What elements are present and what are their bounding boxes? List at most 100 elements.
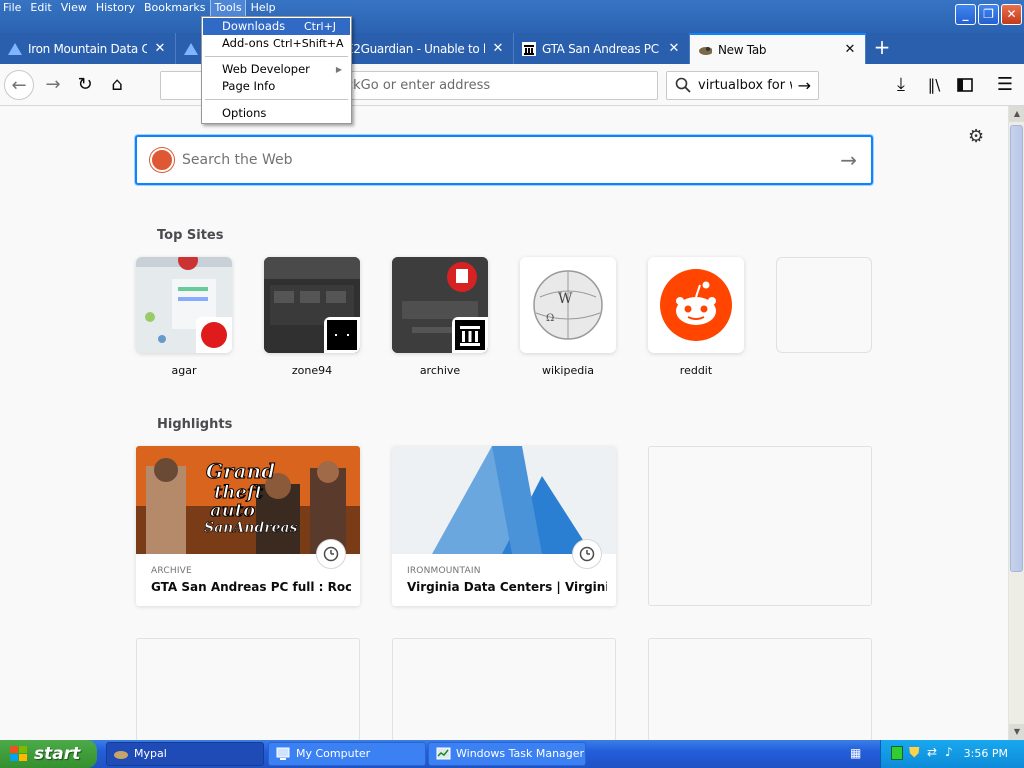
tab-title: New Tab (718, 42, 767, 57)
menu-edit[interactable]: Edit (27, 0, 54, 16)
agar-icon (196, 317, 232, 353)
clock-icon (572, 539, 602, 569)
tab-iron-mountain[interactable]: Iron Mountain Data Center ✕ (0, 33, 176, 64)
svg-text:W: W (558, 291, 573, 307)
submenu-arrow-icon: ▶ (335, 65, 342, 74)
close-icon[interactable]: ✕ (667, 41, 681, 56)
clock-icon (316, 539, 346, 569)
menu-tools[interactable]: Tools (210, 0, 246, 17)
taskbar-item-my-computer[interactable]: My Computer (268, 742, 426, 766)
svg-text:SanAndreas: SanAndreas (204, 520, 298, 536)
menu-bookmarks[interactable]: Bookmarks (141, 0, 208, 16)
top-site-wikipedia[interactable]: WΩ wikipedia (520, 257, 616, 377)
highlight-title: GTA San Andreas PC full : Rockst... (151, 580, 351, 594)
top-site-label: agar (171, 364, 197, 377)
menu-item-label: Web Developer (222, 62, 310, 76)
url-placeholder: ckGo or enter address (346, 78, 491, 93)
menu-history[interactable]: History (93, 0, 138, 16)
menu-view[interactable]: View (58, 0, 90, 16)
keyboard-icon[interactable]: ▦ (850, 746, 861, 760)
menu-item-options[interactable]: Options (203, 105, 350, 122)
taskbar-item-task-manager[interactable]: Windows Task Manager (428, 742, 586, 766)
taskbar: start Mypal My Computer Windows Task Man… (0, 740, 1024, 768)
empty-thumbnail (776, 257, 872, 353)
top-site-empty[interactable] (776, 257, 872, 353)
library-icon[interactable]: ‖\ (919, 70, 949, 100)
highlight-card-empty (648, 446, 872, 606)
tab-gta-san-andreas[interactable]: GTA San Andreas PC full ✕ (514, 33, 690, 64)
taskbar-item-label: My Computer (296, 747, 371, 760)
archive-thumbnail (392, 257, 488, 353)
hamburger-menu-icon[interactable]: ☰ (990, 70, 1020, 100)
scrollbar-thumb[interactable] (1010, 125, 1023, 572)
wikipedia-thumbnail: WΩ (520, 257, 616, 353)
menu-item-addons[interactable]: Add-ons Ctrl+Shift+A (203, 35, 350, 52)
download-icon[interactable]: ⤓ (886, 70, 916, 100)
scroll-down-arrow-icon[interactable]: ▼ (1009, 724, 1024, 740)
mypal-icon (114, 751, 128, 759)
search-go-icon[interactable]: → (798, 76, 811, 95)
forward-button[interactable]: → (38, 70, 68, 100)
menu-item-page-info[interactable]: Page Info (203, 78, 350, 95)
iron-mountain-icon (184, 42, 198, 56)
network-icon[interactable]: ⇄ (927, 745, 937, 759)
clock-time[interactable]: 3:56 PM (964, 747, 1008, 760)
highlight-source: IRONMOUNTAIN (407, 566, 481, 576)
close-icon[interactable]: ✕ (153, 41, 167, 56)
scroll-up-arrow-icon[interactable]: ▲ (1009, 106, 1024, 122)
navigation-toolbar: ← → ↻ ⌂ ckGo or enter address virtualbox… (0, 64, 1024, 106)
menu-bar: File Edit View History Bookmarks Tools H… (0, 0, 282, 17)
menu-item-web-developer[interactable]: Web Developer ▶ (203, 61, 350, 78)
reload-button[interactable]: ↻ (70, 70, 100, 100)
vertical-scrollbar[interactable]: ▲ ▼ (1008, 106, 1024, 740)
sidebar-icon[interactable] (950, 70, 980, 100)
svg-text:auto: auto (210, 500, 255, 521)
tab-title: E2Guardian - Unable to load (346, 41, 485, 56)
archive-icon (452, 317, 488, 353)
tab-title: Iron Mountain Data Center (28, 41, 147, 56)
search-submit-icon[interactable]: → (840, 148, 857, 172)
duckduckgo-icon (150, 148, 174, 172)
tab-e2guardian[interactable]: E2Guardian - Unable to load ✕ (338, 33, 514, 64)
task-manager-icon (436, 747, 451, 760)
menu-item-shortcut: Ctrl+J (304, 20, 337, 33)
tab-new-tab[interactable]: New Tab ✕ (690, 33, 866, 64)
security-shield-icon[interactable]: ⛊ (909, 745, 920, 761)
volume-icon[interactable]: ♪ (945, 745, 953, 759)
window-controls: _ ❐ ✕ (955, 4, 1022, 25)
top-site-archive[interactable]: archive (392, 257, 488, 377)
top-site-agar[interactable]: agar (136, 257, 232, 377)
top-site-reddit[interactable]: reddit (648, 257, 744, 377)
close-window-button[interactable]: ✕ (1001, 4, 1022, 25)
web-search-box[interactable]: Search the Web → (135, 135, 873, 185)
taskbar-item-mypal[interactable]: Mypal (106, 742, 264, 766)
maximize-button[interactable]: ❐ (978, 4, 999, 25)
menu-item-downloads[interactable]: Downloads Ctrl+J (203, 18, 350, 35)
close-icon[interactable]: ✕ (843, 42, 857, 57)
top-site-zone94[interactable]: zone94 (264, 257, 360, 377)
top-site-label: wikipedia (541, 364, 594, 377)
highlight-card-gta[interactable]: Grand theft auto SanAndreas ARCHIVE GTA San… (136, 446, 360, 606)
back-button[interactable]: ← (4, 70, 34, 100)
start-button[interactable]: start (0, 740, 97, 768)
wikipedia-globe-icon: WΩ (533, 270, 603, 340)
highlight-card-empty (392, 638, 616, 740)
menu-item-label: Add-ons (222, 36, 269, 50)
iron-mountain-icon (8, 42, 22, 56)
computer-icon (276, 747, 290, 760)
home-button[interactable]: ⌂ (102, 70, 132, 100)
menu-separator (205, 56, 348, 57)
svg-text:Grand: Grand (206, 459, 275, 483)
close-icon[interactable]: ✕ (491, 41, 505, 56)
menu-file[interactable]: File (0, 0, 24, 16)
highlight-source: ARCHIVE (151, 566, 192, 576)
highlight-card-ironmountain[interactable]: IRONMOUNTAIN Virginia Data Centers | Vir… (392, 446, 616, 606)
tab-title: GTA San Andreas PC full (542, 41, 661, 56)
menu-help[interactable]: Help (248, 0, 279, 16)
gear-icon[interactable]: ⚙ (968, 126, 984, 147)
web-search-placeholder: Search the Web (182, 152, 293, 168)
tray-app-icon[interactable] (891, 746, 903, 760)
minimize-button[interactable]: _ (955, 4, 976, 25)
search-bar[interactable]: virtualbox for wi → (666, 71, 819, 100)
new-tab-button[interactable]: + (866, 33, 898, 64)
